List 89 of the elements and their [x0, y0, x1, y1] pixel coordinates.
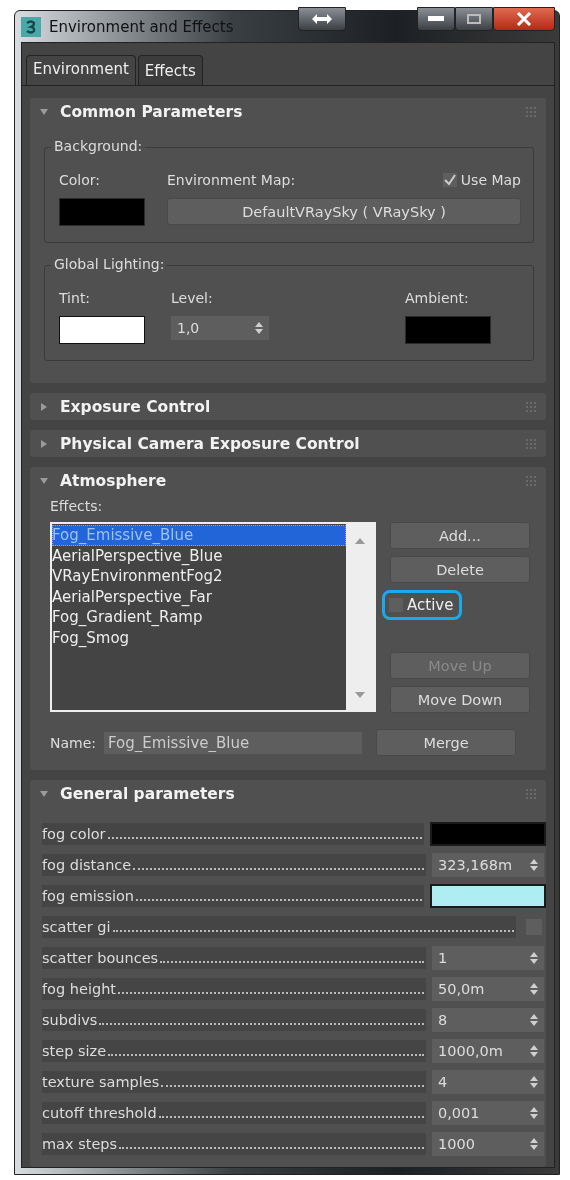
maximize-button[interactable]	[455, 6, 493, 31]
app-icon	[21, 16, 41, 37]
name-label: Name:	[50, 734, 97, 751]
color-swatch[interactable]	[59, 316, 145, 344]
scroll-down-icon[interactable]	[355, 692, 365, 698]
group-label: Background:	[51, 138, 146, 154]
color-swatch[interactable]	[59, 198, 145, 226]
grip-icon	[526, 106, 536, 117]
level-label: Level:	[171, 290, 214, 306]
parameter-label: step size	[42, 1040, 426, 1062]
level-spinner[interactable]: 1,0	[171, 316, 269, 340]
spinner-arrows-icon[interactable]	[255, 321, 263, 335]
parameter-label: fog height	[42, 978, 426, 1000]
effects-label: Effects:	[50, 498, 104, 514]
grip-icon	[526, 475, 536, 486]
scrollbar[interactable]	[346, 524, 374, 710]
spinner-arrows-icon[interactable]	[530, 951, 538, 965]
grip-icon	[526, 438, 536, 449]
list-item[interactable]: Fog_Gradient_Ramp	[52, 607, 346, 628]
close-icon	[516, 11, 532, 26]
active-checkbox[interactable]: Active	[382, 590, 463, 620]
grip-icon	[526, 401, 536, 412]
window-title: Environment and Effects	[49, 17, 234, 36]
use-map-checkbox[interactable]: Use Map	[442, 172, 521, 188]
resize-button[interactable]	[297, 6, 346, 31]
rollout-header[interactable]: Physical Camera Exposure Control	[30, 430, 546, 457]
parameter-label: scatter bounces	[42, 947, 426, 969]
parameter-label: texture samples	[42, 1071, 426, 1093]
value-spinner[interactable]: 1	[432, 946, 544, 970]
grip-icon	[526, 788, 536, 799]
effects-list[interactable]: Fog_Emissive_Blue AerialPerspective_Blue VRayEnvironmentFog2 AerialPerspective_Far Fog_Gradient_Ramp Fog_Smog	[50, 522, 376, 712]
environment-map-button[interactable]: DefaultVRaySky ( VRaySky )	[167, 198, 521, 225]
value-spinner[interactable]: 0,001	[432, 1101, 544, 1125]
name-field[interactable]: Fog_Emissive_Blue	[104, 731, 363, 754]
rollout-header[interactable]: Common Parameters	[30, 98, 546, 125]
maximize-icon	[467, 13, 481, 24]
value-spinner[interactable]: 1000	[432, 1132, 544, 1156]
value-spinner[interactable]: 50,0m	[432, 977, 544, 1001]
minimize-button[interactable]	[417, 6, 455, 31]
rollout-header[interactable]: General parameters	[30, 780, 546, 807]
value-spinner[interactable]: 8	[432, 1008, 544, 1032]
spinner-arrows-icon[interactable]	[530, 1013, 538, 1027]
parameter-label: subdivs	[42, 1009, 426, 1031]
list-item[interactable]: AerialPerspective_Blue	[52, 545, 346, 566]
effect-button[interactable]: Add...	[390, 522, 530, 549]
spinner-arrows-icon[interactable]	[530, 1106, 538, 1120]
merge-button[interactable]: Merge	[376, 729, 517, 756]
map-label: Environment Map:	[167, 172, 296, 188]
effect-button[interactable]: Move Down	[390, 686, 530, 713]
tab[interactable]: Effects	[137, 55, 203, 85]
minimize-icon	[428, 15, 444, 22]
close-button[interactable]	[493, 6, 555, 31]
rollout-header[interactable]: Atmosphere	[30, 467, 546, 494]
check-icon	[443, 174, 456, 186]
spinner-arrows-icon[interactable]	[530, 1137, 538, 1151]
parameter-label: fog color	[42, 823, 425, 845]
group-label: Global Lighting:	[51, 256, 168, 272]
double-arrow-icon	[310, 12, 333, 25]
list-item[interactable]: AerialPerspective_Far	[52, 586, 346, 607]
spinner-arrows-icon[interactable]	[530, 1044, 538, 1058]
color-label: Color:	[59, 172, 102, 188]
scroll-up-icon[interactable]	[355, 538, 365, 544]
effect-button[interactable]: Delete	[390, 556, 530, 583]
list-item[interactable]: VRayEnvironmentFog2	[52, 566, 346, 587]
parameter-label: cutoff threshold	[42, 1102, 426, 1124]
caret-down-icon	[40, 107, 48, 116]
parameter-label: scatter gi	[42, 916, 516, 938]
value-spinner[interactable]: 323,168m	[432, 853, 544, 877]
tint-label: Tint:	[59, 290, 92, 306]
caret-right-icon	[40, 439, 48, 448]
color-swatch[interactable]	[405, 316, 491, 344]
value-spinner[interactable]: 4	[432, 1070, 544, 1094]
caret-down-icon	[40, 789, 48, 798]
parameter-label: fog emission	[42, 885, 425, 907]
spinner-arrows-icon[interactable]	[530, 982, 538, 996]
color-swatch[interactable]	[430, 822, 546, 846]
tab[interactable]: Environment	[26, 55, 136, 85]
value-spinner[interactable]: 1000,0m	[432, 1039, 544, 1063]
list-item[interactable]: Fog_Smog	[52, 627, 346, 648]
caret-right-icon	[40, 402, 48, 411]
parameter-label: max steps	[42, 1133, 426, 1155]
ambient-label: Ambient:	[405, 290, 470, 306]
list-item[interactable]: Fog_Emissive_Blue	[52, 525, 346, 546]
spinner-arrows-icon[interactable]	[530, 1075, 538, 1089]
spinner-arrows-icon[interactable]	[530, 858, 538, 872]
rollout-header[interactable]: Exposure Control	[30, 393, 546, 420]
caret-down-icon	[40, 476, 48, 485]
color-swatch[interactable]	[430, 884, 546, 908]
parameter-label: fog distance	[42, 854, 426, 876]
